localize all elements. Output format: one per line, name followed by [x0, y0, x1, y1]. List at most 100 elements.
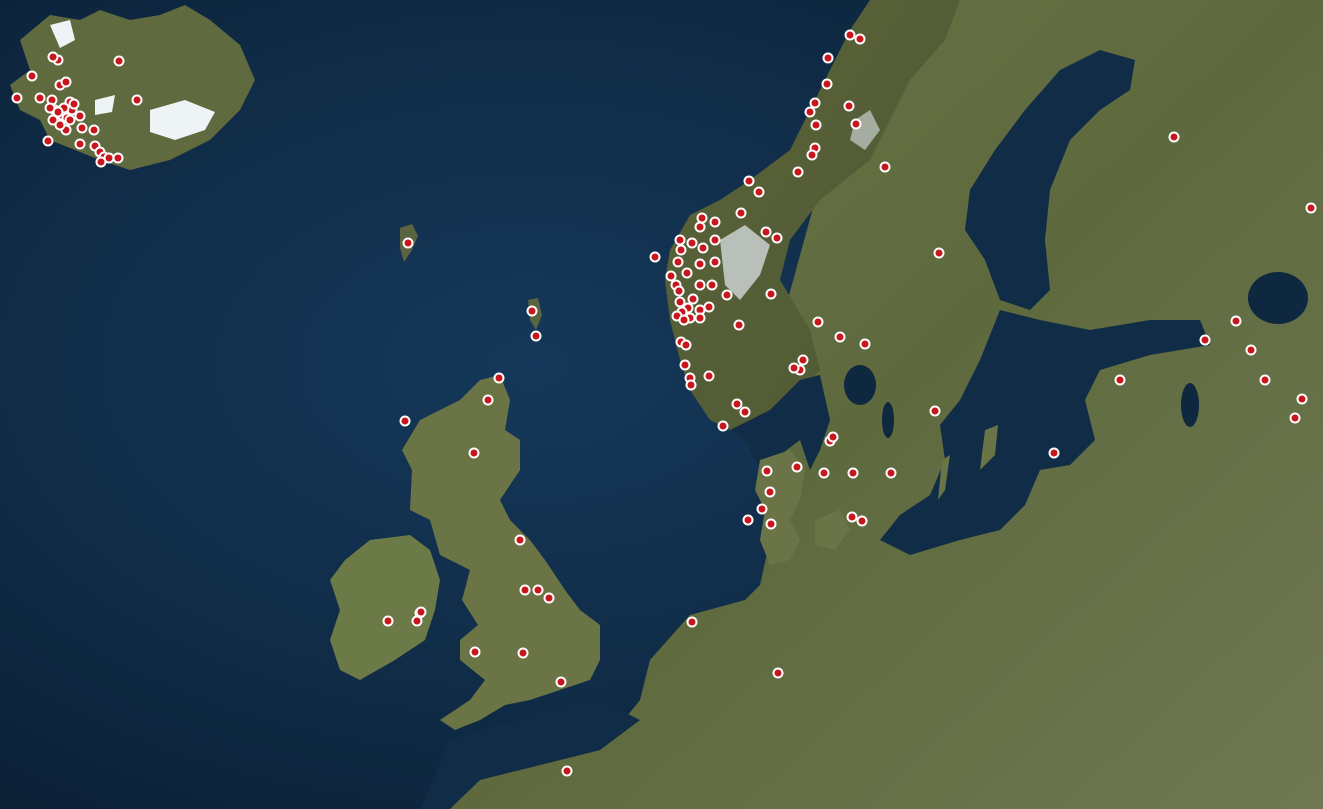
location-marker[interactable]	[678, 314, 690, 326]
location-marker[interactable]	[1230, 315, 1242, 327]
location-marker[interactable]	[765, 518, 777, 530]
location-marker[interactable]	[674, 296, 686, 308]
location-marker[interactable]	[680, 339, 692, 351]
location-marker[interactable]	[665, 270, 677, 282]
location-marker[interactable]	[74, 110, 86, 122]
location-marker[interactable]	[850, 118, 862, 130]
location-marker[interactable]	[709, 234, 721, 246]
location-marker[interactable]	[131, 94, 143, 106]
location-marker[interactable]	[792, 166, 804, 178]
map-canvas[interactable]	[0, 0, 1323, 809]
location-marker[interactable]	[555, 676, 567, 688]
location-marker[interactable]	[844, 29, 856, 41]
location-marker[interactable]	[743, 175, 755, 187]
location-marker[interactable]	[673, 285, 685, 297]
location-marker[interactable]	[739, 406, 751, 418]
location-marker[interactable]	[482, 394, 494, 406]
location-marker[interactable]	[827, 431, 839, 443]
location-marker[interactable]	[469, 646, 481, 658]
location-marker[interactable]	[402, 237, 414, 249]
location-marker[interactable]	[847, 467, 859, 479]
location-marker[interactable]	[696, 212, 708, 224]
location-marker[interactable]	[681, 267, 693, 279]
location-marker[interactable]	[561, 765, 573, 777]
location-marker[interactable]	[694, 258, 706, 270]
location-marker[interactable]	[810, 119, 822, 131]
location-marker[interactable]	[1289, 412, 1301, 424]
location-marker[interactable]	[382, 615, 394, 627]
location-marker[interactable]	[788, 362, 800, 374]
location-marker[interactable]	[694, 221, 706, 233]
location-marker[interactable]	[834, 331, 846, 343]
location-marker[interactable]	[468, 447, 480, 459]
location-marker[interactable]	[42, 135, 54, 147]
location-marker[interactable]	[1296, 393, 1308, 405]
location-marker[interactable]	[765, 288, 777, 300]
location-marker[interactable]	[519, 584, 531, 596]
location-marker[interactable]	[885, 467, 897, 479]
location-marker[interactable]	[733, 319, 745, 331]
location-marker[interactable]	[703, 370, 715, 382]
location-marker[interactable]	[822, 52, 834, 64]
location-marker[interactable]	[697, 242, 709, 254]
location-marker[interactable]	[1245, 344, 1257, 356]
location-marker[interactable]	[88, 124, 100, 136]
location-marker[interactable]	[843, 100, 855, 112]
location-marker[interactable]	[804, 106, 816, 118]
location-marker[interactable]	[929, 405, 941, 417]
location-marker[interactable]	[879, 161, 891, 173]
location-marker[interactable]	[493, 372, 505, 384]
location-marker[interactable]	[34, 92, 46, 104]
location-marker[interactable]	[11, 92, 23, 104]
location-marker[interactable]	[809, 97, 821, 109]
location-marker[interactable]	[756, 503, 768, 515]
location-marker[interactable]	[806, 149, 818, 161]
location-marker[interactable]	[846, 511, 858, 523]
location-marker[interactable]	[706, 279, 718, 291]
location-marker[interactable]	[687, 293, 699, 305]
location-marker[interactable]	[797, 354, 809, 366]
location-marker[interactable]	[47, 51, 59, 63]
location-marker[interactable]	[859, 338, 871, 350]
location-marker[interactable]	[685, 379, 697, 391]
location-marker[interactable]	[672, 256, 684, 268]
location-marker[interactable]	[1114, 374, 1126, 386]
location-marker[interactable]	[675, 244, 687, 256]
location-marker[interactable]	[812, 316, 824, 328]
location-marker[interactable]	[856, 515, 868, 527]
location-marker[interactable]	[113, 55, 125, 67]
location-marker[interactable]	[771, 232, 783, 244]
location-marker[interactable]	[717, 420, 729, 432]
location-marker[interactable]	[686, 237, 698, 249]
location-marker[interactable]	[649, 251, 661, 263]
location-marker[interactable]	[411, 615, 423, 627]
location-marker[interactable]	[679, 359, 691, 371]
location-marker[interactable]	[54, 119, 66, 131]
location-marker[interactable]	[694, 279, 706, 291]
location-marker[interactable]	[686, 616, 698, 628]
location-marker[interactable]	[933, 247, 945, 259]
location-marker[interactable]	[68, 98, 80, 110]
location-marker[interactable]	[514, 534, 526, 546]
location-marker[interactable]	[709, 256, 721, 268]
location-marker[interactable]	[735, 207, 747, 219]
location-marker[interactable]	[761, 465, 773, 477]
location-marker[interactable]	[821, 78, 833, 90]
location-marker[interactable]	[742, 514, 754, 526]
location-marker[interactable]	[1048, 447, 1060, 459]
location-marker[interactable]	[703, 301, 715, 313]
location-marker[interactable]	[760, 226, 772, 238]
location-marker[interactable]	[721, 289, 733, 301]
location-marker[interactable]	[64, 114, 76, 126]
location-marker[interactable]	[772, 667, 784, 679]
location-marker[interactable]	[1168, 131, 1180, 143]
location-marker[interactable]	[526, 305, 538, 317]
location-marker[interactable]	[76, 122, 88, 134]
location-marker[interactable]	[753, 186, 765, 198]
location-marker[interactable]	[112, 152, 124, 164]
location-marker[interactable]	[1259, 374, 1271, 386]
location-marker[interactable]	[415, 606, 427, 618]
location-marker[interactable]	[694, 312, 706, 324]
location-marker[interactable]	[1305, 202, 1317, 214]
location-marker[interactable]	[709, 216, 721, 228]
